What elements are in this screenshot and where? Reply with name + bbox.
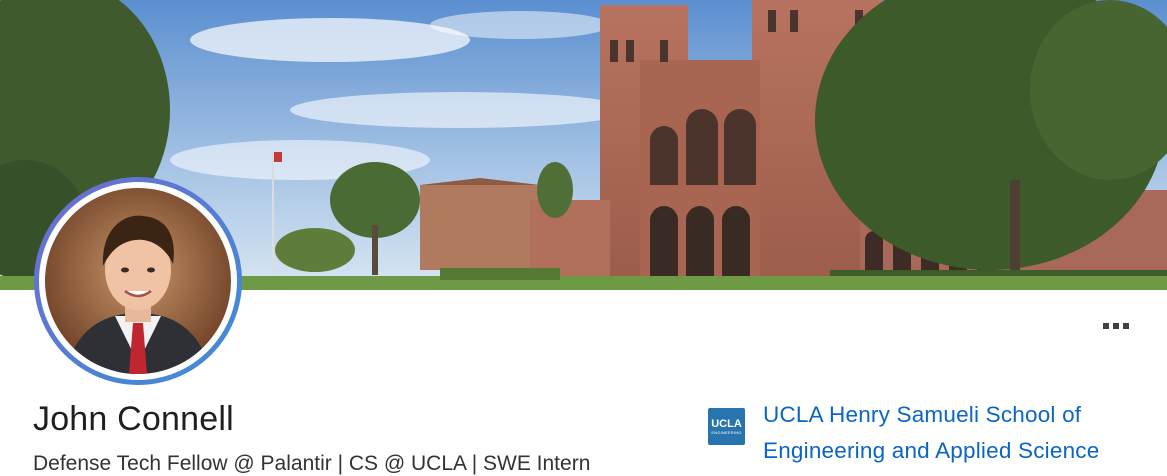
school-logo-text: UCLA	[711, 417, 742, 430]
profile-photo-ring[interactable]	[34, 177, 242, 385]
profile-headline: Defense Tech Fellow @ Palantir | CS @ UC…	[33, 452, 591, 475]
school-logo[interactable]: UCLA ENGINEERING	[708, 408, 745, 445]
profile-name: John Connell	[33, 400, 234, 438]
education-school-link[interactable]: UCLA Henry Samueli School of Engineering…	[763, 397, 1143, 469]
avatar[interactable]	[45, 188, 231, 374]
school-logo-subtext: ENGINEERING	[711, 429, 742, 435]
more-horizontal-icon	[1103, 323, 1129, 329]
profile-photo-frame	[39, 182, 237, 380]
more-actions-button[interactable]	[1094, 314, 1138, 338]
